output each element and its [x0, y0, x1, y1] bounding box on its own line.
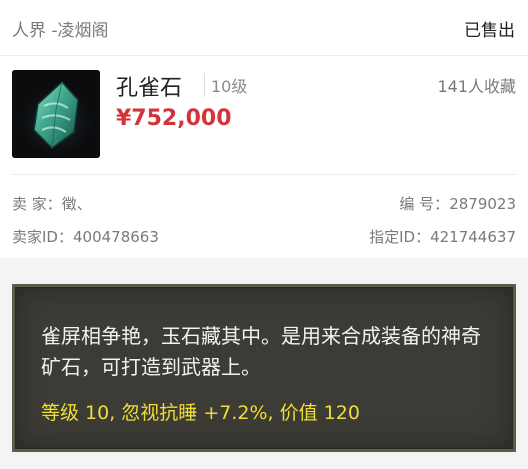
designated-id-row: 指定ID：421744637: [369, 226, 516, 247]
seller-label: 卖 家：: [12, 195, 62, 213]
peacock-stone-icon: [12, 70, 100, 158]
designated-id: 421744637: [430, 228, 516, 246]
item-level: 10级: [204, 73, 247, 97]
item-description: 雀屏相争艳，玉石藏其中。是用来合成装备的神奇矿石，可打造到武器上。: [41, 324, 481, 379]
header-bar: 人界 -凌烟阁 已售出: [0, 0, 528, 56]
favorites-count: 141人收藏: [437, 77, 516, 96]
serial-label: 编 号：: [399, 195, 450, 213]
server-name: 人界 -凌烟阁: [12, 21, 109, 41]
serial-number: 2879023: [449, 195, 516, 213]
seller-row: 卖 家：徵、: [12, 193, 92, 214]
seller-name: 徵、: [61, 195, 92, 213]
seller-id-row: 卖家ID：400478663: [12, 226, 159, 247]
divider: [12, 174, 516, 175]
item-stats: 等级 10, 忽视抗睡 +7.2%, 价值 120: [41, 402, 360, 424]
seller-id: 400478663: [72, 228, 159, 246]
item-name: 孔雀石: [116, 76, 183, 101]
designated-id-label: 指定ID：: [369, 228, 431, 246]
item-description-panel: 雀屏相争艳，玉石藏其中。是用来合成装备的神奇矿石，可打造到武器上。 等级 10,…: [12, 284, 516, 452]
seller-id-label: 卖家ID：: [12, 228, 73, 246]
sold-status: 已售出: [464, 21, 515, 41]
serial-row: 编 号：2879023: [399, 193, 516, 214]
item-price: ¥752,000: [116, 106, 232, 131]
item-card: 人界 -凌烟阁 已售出 孔雀石 10级 ¥752,000 141人收藏 卖 家：…: [0, 0, 528, 258]
